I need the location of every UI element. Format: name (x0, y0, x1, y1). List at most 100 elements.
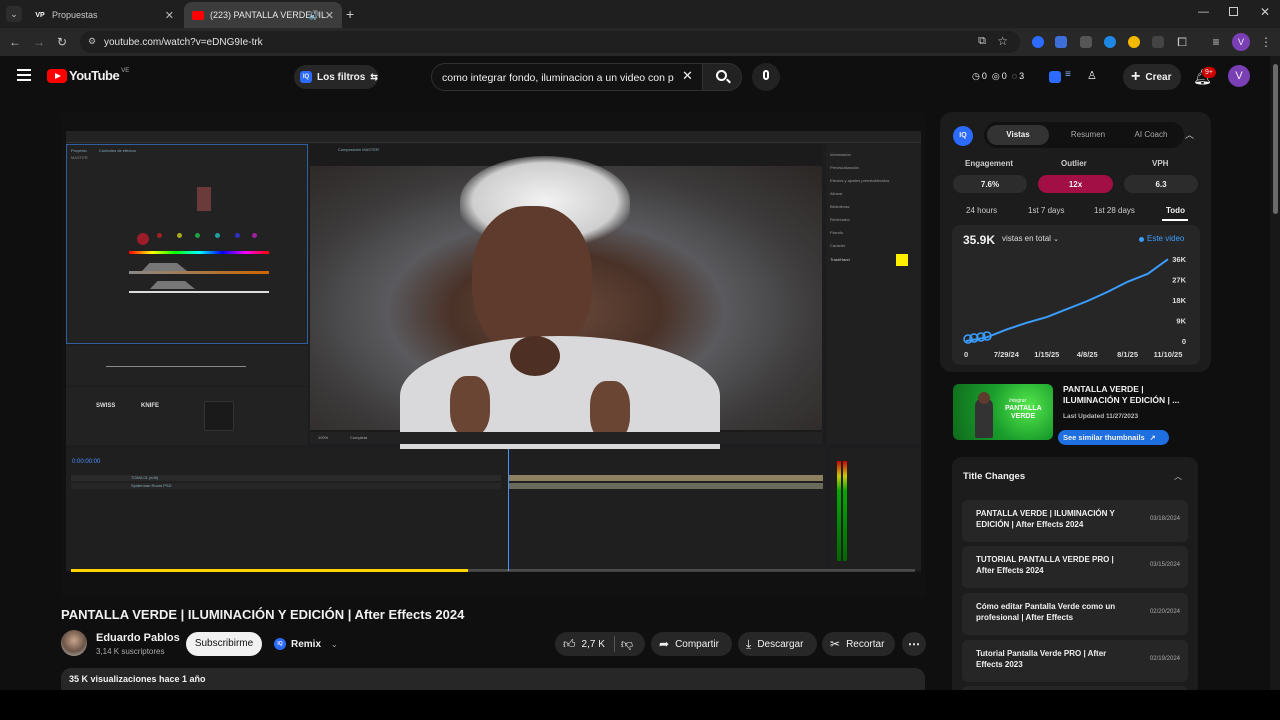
range-underline (1162, 219, 1188, 221)
trophy-icon[interactable]: ♙ (1087, 69, 1097, 82)
bookmark-star-icon[interactable]: ☆ (997, 34, 1008, 48)
create-button[interactable]: + Crear (1123, 64, 1181, 90)
page-scrollbar[interactable] (1270, 56, 1280, 690)
x-tick-label: 7/29/24 (994, 350, 1020, 359)
collapse-chevron-icon[interactable]: ︿ (1185, 128, 1194, 141)
tab-ai-coach[interactable]: AI Coach (1120, 125, 1182, 145)
title-change-item[interactable]: TUTORIAL PANTALLA VERDE PRO | After Effe… (962, 546, 1188, 588)
viewer-footer: 100% Completa (310, 432, 822, 444)
swiss-label: SWISS (96, 403, 116, 409)
new-tab-icon[interactable]: + (346, 6, 354, 22)
bars-icon[interactable]: ≡ (1065, 69, 1071, 80)
thumb-overlay-text: PANTALLA (1005, 405, 1042, 412)
title-change-text: Cómo editar Pantalla Verde como un profe… (976, 602, 1116, 622)
similar-thumbnails-button[interactable]: See similar thumbnails ↗ (1058, 430, 1169, 445)
hamburger-menu-icon[interactable] (17, 69, 31, 81)
site-info-icon[interactable]: ⚙ (88, 36, 96, 47)
close-tab-icon[interactable]: ✕ (325, 9, 334, 22)
install-app-icon[interactable]: ⧉ (978, 35, 986, 48)
video-thumbnail[interactable]: Integrar PANTALLA VERDE (953, 384, 1053, 440)
title-change-item[interactable]: PANTALLA VERDE | ILUMINACIÓN Y EDICIÓN |… (962, 500, 1188, 542)
channel-avatar[interactable] (61, 630, 87, 656)
reload-icon[interactable]: ↻ (54, 34, 70, 50)
speaker-icon[interactable]: 🔊 (309, 10, 320, 21)
minimize-icon[interactable]: — (1198, 6, 1209, 18)
clear-search-icon[interactable]: ✕ (682, 68, 693, 84)
close-tab-icon[interactable]: ✕ (165, 9, 174, 22)
account-avatar[interactable]: V (1228, 65, 1250, 87)
close-window-icon[interactable]: ✕ (1260, 5, 1270, 19)
youtube-play-icon (47, 68, 67, 83)
media-control-icon[interactable]: ≡ (1208, 34, 1224, 50)
share-button[interactable]: ➦ Compartir (651, 632, 732, 656)
thumb-overlay-text: Integrar (1009, 398, 1027, 404)
address-bar[interactable]: ⚙ youtube.com/watch?v=eDNG9Ie-trk ⧉ ☆ (80, 31, 1020, 53)
restore-icon[interactable] (1229, 7, 1238, 16)
range-28d[interactable]: 1st 28 days (1094, 206, 1135, 215)
vidiq-header-icon[interactable] (1049, 71, 1061, 83)
layer-name: TOMA 01 (edit) (131, 475, 159, 480)
quality-label: Completa (350, 435, 368, 440)
tab-resumen[interactable]: Resumen (1057, 125, 1119, 145)
back-icon[interactable]: ← (7, 34, 23, 50)
forward-icon[interactable]: → (31, 34, 47, 50)
tab-propuestas[interactable]: VP Propuestas ✕ (26, 2, 182, 28)
title-change-date: 02/20/2024 (1149, 609, 1180, 615)
youtube-logo[interactable]: YouTube VE (47, 68, 129, 83)
y-tick-label: 9K (1176, 317, 1186, 326)
extensions-puzzle-icon[interactable]: ⧠ (1174, 34, 1190, 50)
tab-search-icon[interactable]: ⌄ (6, 6, 22, 22)
range-24h[interactable]: 24 hours (966, 206, 997, 215)
grid-extension-icon[interactable] (1080, 36, 1092, 48)
similar-label: See similar thumbnails (1063, 433, 1145, 442)
ae-effects-panel: Proyecto Controles de efectos MASTER (66, 144, 308, 344)
subscribe-button[interactable]: Subscribirme (186, 632, 262, 656)
video-player[interactable]: Proyecto Controles de efectos MASTER SWI… (61, 113, 925, 597)
collapse-chevron-icon[interactable]: ︿ (1174, 471, 1182, 482)
more-actions-button[interactable]: ⋯ (902, 632, 926, 656)
search-query: como integrar fondo, iluminacion a un vi… (442, 72, 674, 84)
range-all[interactable]: Todo (1166, 206, 1185, 215)
range-7d[interactable]: 1st 7 days (1028, 206, 1064, 215)
ae-swissknife-panel: SWISS KNIFE (66, 387, 308, 445)
clip-button[interactable]: ✂ Recortar (822, 632, 895, 656)
thumb-updated: Last Updated 11/27/2023 (1063, 413, 1139, 420)
panel-label: MASTER (71, 155, 88, 160)
vidiq-extension-icon[interactable] (1032, 36, 1044, 48)
panel-item: Rectreador (830, 217, 850, 222)
channel-name[interactable]: Eduardo Pablos (96, 632, 180, 644)
search-input[interactable]: como integrar fondo, iluminacion a un vi… (431, 63, 703, 91)
browser-menu-icon[interactable]: ⋮ (1258, 34, 1274, 50)
vp-favicon-icon: VP (34, 9, 46, 21)
like-button[interactable]: 👍︎ 2,7 K (555, 637, 605, 652)
video-progress-track[interactable] (71, 569, 915, 572)
search-button[interactable] (702, 63, 742, 91)
views-series-line (965, 258, 1169, 342)
remix-button[interactable]: IQ Remix ⌄ (268, 632, 338, 656)
off-extension-icon[interactable] (1152, 36, 1164, 48)
voice-search-button[interactable] (752, 63, 780, 91)
shield-extension-icon[interactable] (1055, 36, 1067, 48)
thumbs-down-icon: 👎︎ (620, 636, 634, 651)
title-change-item[interactable]: Tutorial Pantalla Verde PRO | After Effe… (962, 640, 1188, 682)
share-icon: ➦ (659, 637, 670, 651)
blue-extension-icon[interactable] (1104, 36, 1116, 48)
ae-toolbar (66, 131, 921, 143)
filters-button[interactable]: IQ Los filtros ⇆ (294, 65, 378, 89)
yellow-extension-icon[interactable] (1128, 36, 1140, 48)
x-tick-label: 1/15/25 (1034, 350, 1059, 359)
download-button[interactable]: ⤓ Descargar (738, 632, 817, 656)
dislike-button[interactable]: 👎︎ (621, 637, 633, 652)
tab-vistas[interactable]: Vistas (987, 125, 1049, 145)
panel-item: Efectos y ajustes preestablecidos (830, 178, 890, 183)
circle-icon: ◎ (991, 70, 1000, 81)
download-icon: ⤓ (746, 636, 752, 651)
scrollbar-thumb[interactable] (1273, 64, 1278, 214)
vidiq-counters[interactable]: ◷ 0 ◎ 0 ◌ 3 (964, 65, 1040, 87)
tab-youtube[interactable]: (223) PANTALLA VERDE | IL 🔊 ✕ (184, 2, 342, 28)
title-change-item[interactable]: Cómo editar Pantalla Verde como un profe… (962, 593, 1188, 635)
profile-avatar[interactable]: V (1232, 33, 1250, 51)
x-tick-label: 0 (964, 350, 968, 359)
sliders-icon: ⇆ (370, 71, 378, 82)
logo-text: YouTube (69, 68, 120, 83)
